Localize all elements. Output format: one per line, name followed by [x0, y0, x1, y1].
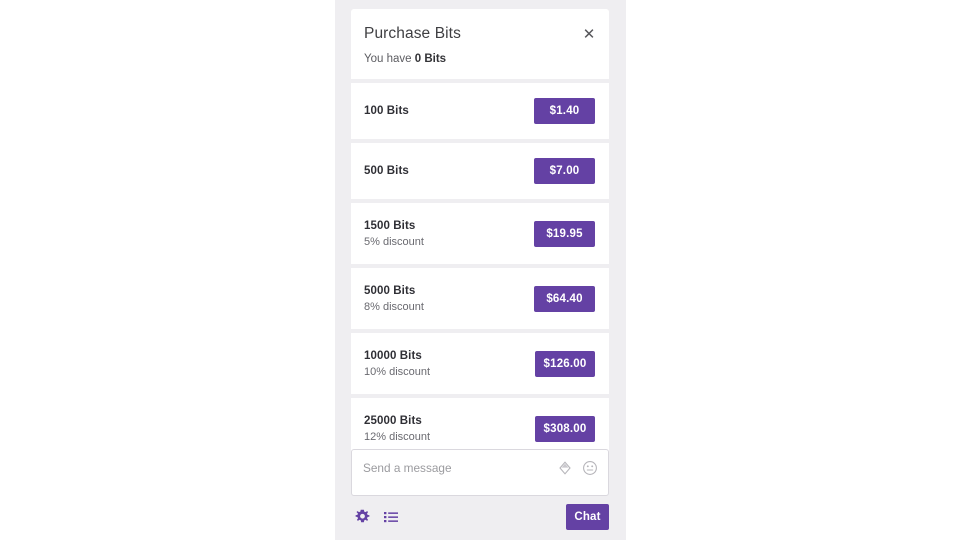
purchase-price-button[interactable]: $19.95	[534, 220, 595, 247]
purchase-price-button[interactable]: $308.00	[535, 415, 595, 442]
table-row[interactable]: 10000 Bits 10% discount $126.00	[351, 333, 609, 394]
list-icon[interactable]	[383, 509, 399, 525]
bits-diamond-icon[interactable]	[557, 460, 573, 476]
tier-discount: 12% discount	[364, 430, 431, 443]
bits-balance-amount: 0 Bits	[414, 53, 447, 65]
purchase-bits-panel: Purchase Bits You have 0 Bits ✕ 100 Bits…	[351, 9, 609, 459]
tier-info: 100 Bits	[364, 105, 409, 117]
smiley-emote-icon[interactable]	[582, 460, 598, 476]
bits-tier-list: 100 Bits $1.40 500 Bits $7.00 1500 Bits …	[351, 79, 609, 459]
purchase-bits-header: Purchase Bits You have 0 Bits ✕	[351, 9, 609, 79]
tier-discount: 8% discount	[364, 300, 424, 313]
tier-name: 25000 Bits	[364, 414, 422, 427]
chat-sidebar: Purchase Bits You have 0 Bits ✕ 100 Bits…	[335, 0, 626, 540]
tier-info: 5000 Bits 8% discount	[364, 285, 424, 313]
tier-name: 1500 Bits	[364, 219, 416, 232]
tier-info: 500 Bits	[364, 165, 409, 177]
tier-name: 500 Bits	[364, 165, 409, 177]
chat-footer-bar: Chat	[351, 504, 609, 530]
footer-icon-group	[351, 509, 399, 525]
purchase-price-button[interactable]: $126.00	[535, 350, 595, 377]
message-input-placeholder[interactable]: Send a message	[363, 461, 557, 475]
purchase-price-button[interactable]: $1.40	[534, 98, 595, 124]
composer-icons	[557, 460, 598, 476]
purchase-price-button[interactable]: $7.00	[534, 158, 595, 184]
message-composer[interactable]: Send a message	[351, 449, 609, 496]
bits-balance: You have 0 Bits	[364, 53, 593, 65]
screen-root: Purchase Bits You have 0 Bits ✕ 100 Bits…	[0, 0, 960, 540]
tier-info: 1500 Bits 5% discount	[364, 220, 424, 248]
bits-balance-prefix: You have	[364, 53, 415, 65]
table-row[interactable]: 5000 Bits 8% discount $64.40	[351, 268, 609, 329]
table-row[interactable]: 1500 Bits 5% discount $19.95	[351, 203, 609, 264]
tier-discount: 5% discount	[364, 235, 424, 248]
page-title: Purchase Bits	[364, 25, 461, 42]
chat-send-button[interactable]: Chat	[566, 504, 609, 530]
table-row[interactable]: 500 Bits $7.00	[351, 143, 609, 199]
tier-name: 100 Bits	[364, 105, 409, 117]
tier-name: 10000 Bits	[364, 349, 422, 362]
tier-info: 25000 Bits 12% discount	[364, 415, 430, 443]
table-row[interactable]: 100 Bits $1.40	[351, 83, 609, 139]
tier-name: 5000 Bits	[364, 284, 416, 297]
tier-discount: 10% discount	[364, 365, 431, 378]
purchase-price-button[interactable]: $64.40	[534, 285, 595, 312]
close-icon[interactable]: ✕	[581, 26, 597, 42]
tier-info: 10000 Bits 10% discount	[364, 350, 430, 378]
gear-icon[interactable]	[354, 509, 370, 525]
